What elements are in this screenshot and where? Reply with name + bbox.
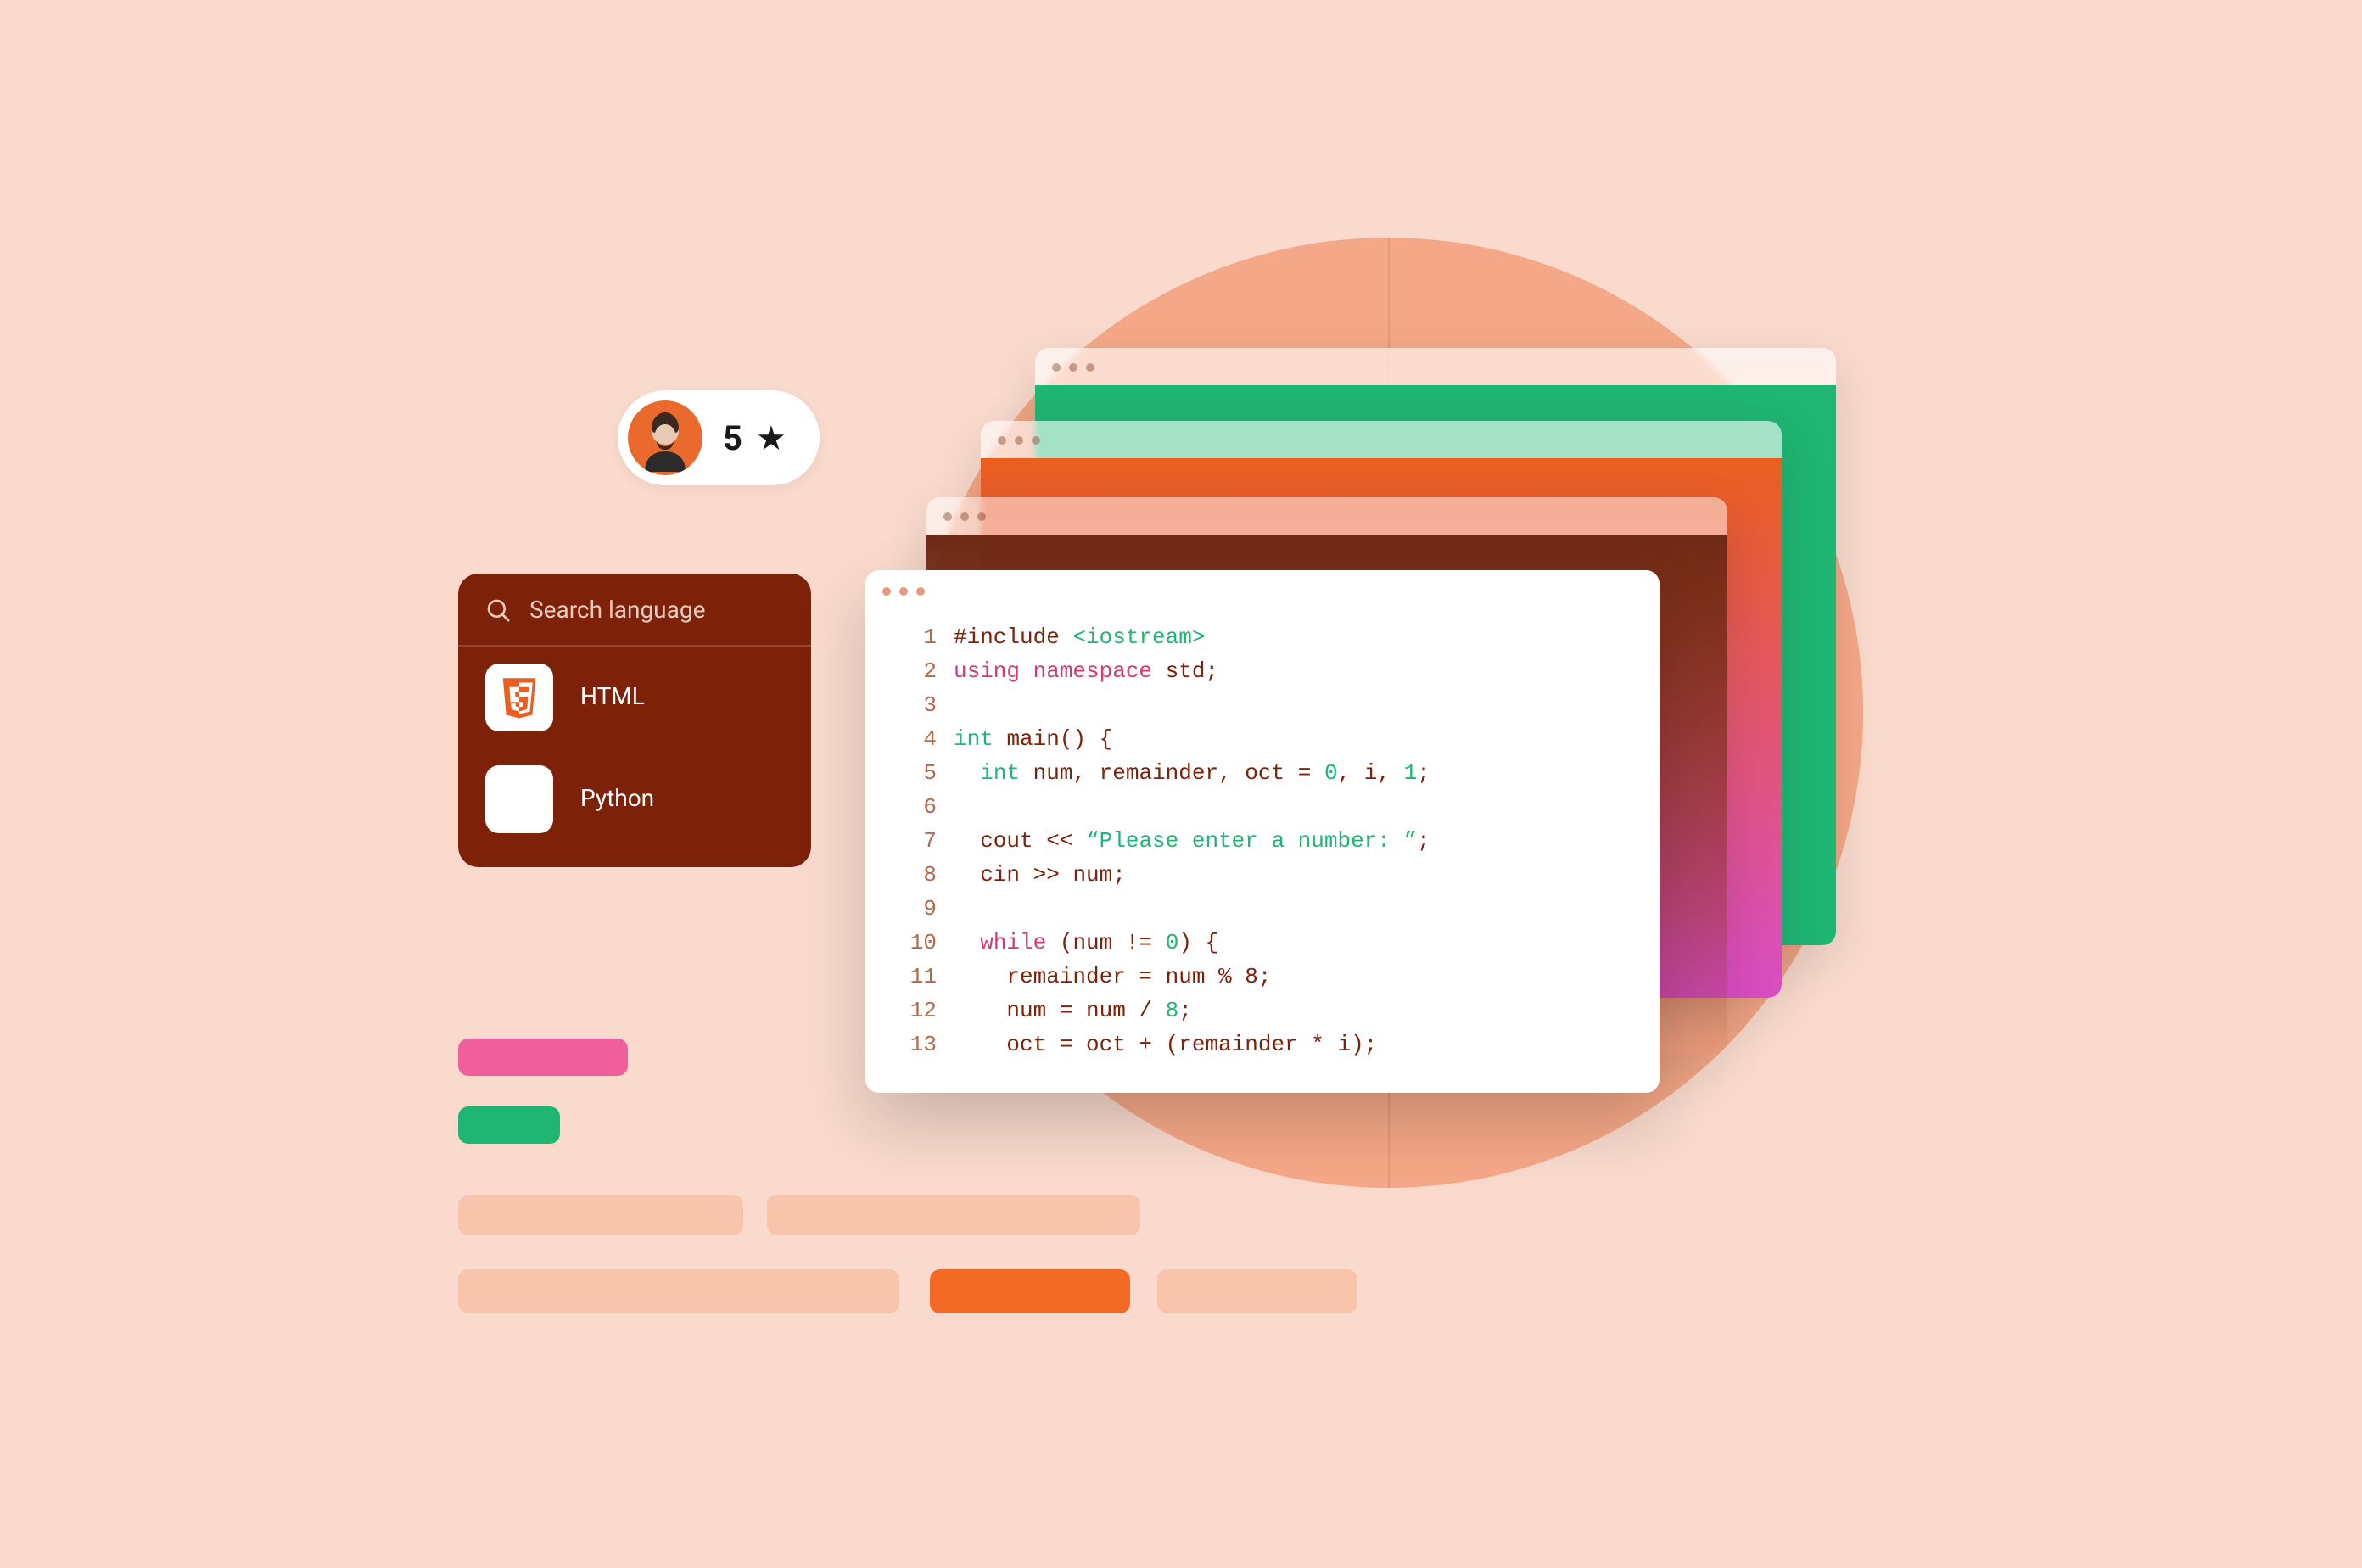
placeholder-bar [458, 1106, 560, 1144]
line-number: 13 [896, 1028, 937, 1062]
code-line: 7 cout << “Please enter a number: ”; [896, 825, 1629, 859]
window-dot [882, 586, 891, 595]
lang-item-python[interactable]: Python [458, 748, 811, 850]
search-icon [485, 597, 512, 624]
code-line: 2using namespace std; [896, 655, 1629, 689]
code-line: 12 num = num / 8; [896, 994, 1629, 1028]
code-line: 5 int num, remainder, oct = 0, i, 1; [896, 757, 1629, 791]
rating-value: 5 [723, 417, 742, 458]
code-line: 3 [896, 689, 1629, 723]
code-line: 11 remainder = num % 8; [896, 960, 1629, 994]
line-number: 4 [896, 723, 937, 757]
search-placeholder: Search language [529, 597, 705, 624]
code-line: 10 while (num != 0) { [896, 927, 1629, 960]
code-line: 8 cin >> num; [896, 859, 1629, 893]
code-line: 4int main() { [896, 723, 1629, 757]
language-panel: Search language HTML Python [458, 574, 811, 867]
star-icon: ★ [756, 417, 786, 458]
line-number: 1 [896, 621, 937, 655]
window-dot [899, 586, 908, 595]
code-line: 1#include <iostream> [896, 621, 1629, 655]
placeholder-bar [930, 1269, 1130, 1313]
code-line: 9 [896, 893, 1629, 927]
line-number: 9 [896, 893, 937, 927]
line-number: 12 [896, 994, 937, 1028]
html5-icon [485, 664, 553, 731]
code-line: 13 oct = oct + (remainder * i); [896, 1028, 1629, 1062]
avatar [628, 400, 702, 475]
window-dot [916, 586, 925, 595]
code-editor-window: 1#include <iostream>2using namespace std… [865, 570, 1660, 1093]
search-input[interactable]: Search language [458, 574, 811, 647]
line-number: 8 [896, 859, 937, 893]
line-number: 2 [896, 655, 937, 689]
blank-icon [485, 765, 553, 833]
lang-label: Python [580, 786, 654, 813]
lang-item-html[interactable]: HTML [458, 647, 811, 748]
window-controls[interactable] [865, 570, 1660, 611]
line-number: 10 [896, 927, 937, 960]
line-number: 5 [896, 757, 937, 791]
code-body[interactable]: 1#include <iostream>2using namespace std… [865, 611, 1660, 1093]
placeholder-bar [458, 1039, 628, 1076]
lang-label: HTML [580, 684, 645, 711]
placeholder-bar [458, 1269, 899, 1313]
line-number: 3 [896, 689, 937, 723]
placeholder-bar [1157, 1269, 1357, 1313]
line-number: 11 [896, 960, 937, 994]
line-number: 6 [896, 791, 937, 825]
placeholder-bar [458, 1195, 743, 1235]
code-line: 6 [896, 791, 1629, 825]
line-number: 7 [896, 825, 937, 859]
placeholder-bar [767, 1195, 1140, 1235]
rating-pill: 5 ★ [618, 390, 820, 485]
